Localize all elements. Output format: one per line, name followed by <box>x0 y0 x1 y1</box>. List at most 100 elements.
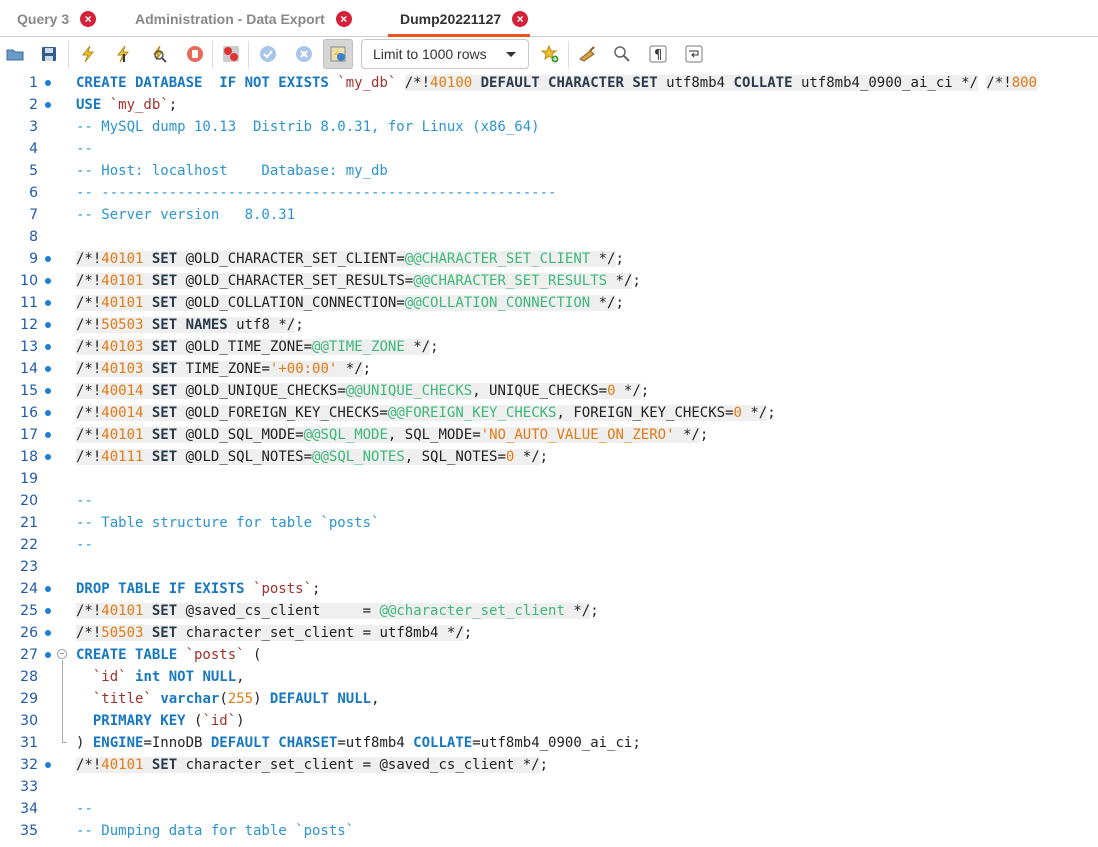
code-token: , <box>371 691 380 707</box>
code-token: utf8mb4_0900_ai_ci */ <box>800 75 978 91</box>
code-token: /*! <box>986 75 1012 91</box>
rollback-icon[interactable] <box>291 41 317 67</box>
code-line[interactable]: 28 `id` int NOT NULL, <box>0 666 1098 688</box>
code-token: SET <box>143 339 186 355</box>
code-token: @saved_cs_client = <box>185 603 380 619</box>
tab-dump20221127[interactable]: Dump20221127 × <box>400 0 529 37</box>
code-line[interactable]: 29 `title` varchar(255) DEFAULT NULL, <box>0 688 1098 710</box>
code-line[interactable]: 15 /*!40014 SET @OLD_UNIQUE_CHECKS=@@UNIQ… <box>0 380 1098 402</box>
code-token: DEFAULT CHARSET <box>210 735 338 751</box>
code-token: ; <box>615 295 624 311</box>
code-line[interactable]: 6 -- ------------------------------------… <box>0 182 1098 204</box>
add-snippet-icon[interactable] <box>537 41 563 67</box>
code-token: ( <box>185 713 203 729</box>
code-line[interactable]: 27 CREATE TABLE `posts` ( <box>0 644 1098 666</box>
code-token: COLLATE <box>413 735 473 751</box>
code-line[interactable]: 12 /*!50503 SET NAMES utf8 */; <box>0 314 1098 336</box>
line-number: 28 <box>20 669 38 685</box>
code-line[interactable]: 3 -- MySQL dump 10.13 Distrib 8.0.31, for… <box>0 116 1098 138</box>
code-text: `id` int NOT NULL, <box>76 666 245 688</box>
code-token: 0 <box>733 405 742 421</box>
code-text: -- <box>76 534 93 556</box>
code-line[interactable]: 7 -- Server version 8.0.31 <box>0 204 1098 226</box>
fold-guide-line <box>62 660 63 742</box>
close-icon[interactable]: × <box>80 10 97 27</box>
code-line[interactable]: 31) ENGINE=InnoDB DEFAULT CHARSET=utf8mb… <box>0 732 1098 754</box>
toggle-error-stop-icon[interactable] <box>218 41 244 67</box>
code-text: -- Dumping data for table `posts` <box>76 820 354 842</box>
code-line[interactable]: 11 /*!40101 SET @OLD_COLLATION_CONNECTION… <box>0 292 1098 314</box>
code-token: @@TIME_ZONE <box>312 339 405 355</box>
code-line[interactable]: 35 -- Dumping data for table `posts` <box>0 820 1098 842</box>
open-folder-icon[interactable] <box>2 41 28 67</box>
code-text: `title` varchar(255) DEFAULT NULL, <box>76 688 380 710</box>
code-line[interactable]: 18 /*!40111 SET @OLD_SQL_NOTES=@@SQL_NOTE… <box>0 446 1098 468</box>
code-token: SET <box>143 251 186 267</box>
commit-icon[interactable] <box>255 41 281 67</box>
fold-toggle-icon[interactable] <box>57 649 67 659</box>
execute-current-icon[interactable] <box>110 41 136 67</box>
toolbar-separator <box>212 41 213 69</box>
code-line[interactable]: 34 -- <box>0 798 1098 820</box>
explain-icon[interactable] <box>146 41 172 67</box>
code-line[interactable]: 9 /*!40101 SET @OLD_CHARACTER_SET_CLIENT=… <box>0 248 1098 270</box>
code-line[interactable]: 32 /*!40101 SET character_set_client = @s… <box>0 754 1098 776</box>
code-token: ) <box>253 691 270 707</box>
code-line[interactable]: 2 USE `my_db`; <box>0 94 1098 116</box>
code-line[interactable]: 24 DROP TABLE IF EXISTS `posts`; <box>0 578 1098 600</box>
code-token: @OLD_SQL_MODE= <box>185 427 304 443</box>
line-number: 24 <box>20 581 38 597</box>
code-token: '+00:00' <box>269 361 338 377</box>
sql-editor[interactable]: 1 CREATE DATABASE IF NOT EXISTS `my_db` /… <box>0 72 1098 847</box>
close-icon[interactable]: × <box>335 10 352 27</box>
code-line[interactable]: 16 /*!40014 SET @OLD_FOREIGN_KEY_CHECKS=@… <box>0 402 1098 424</box>
editor-toolbar: Limit to 1000 rows ¶ <box>0 37 1098 72</box>
tab-administration-data-export[interactable]: Administration - Data Export × <box>135 0 352 37</box>
code-line[interactable]: 17 /*!40101 SET @OLD_SQL_MODE=@@SQL_MODE,… <box>0 424 1098 446</box>
code-line[interactable]: 23 <box>0 556 1098 578</box>
fold-guide-end <box>62 742 67 743</box>
wrap-icon[interactable] <box>681 41 707 67</box>
tab-label: Administration - Data Export <box>135 10 325 27</box>
code-line[interactable]: 4 -- <box>0 138 1098 160</box>
code-token: ; <box>767 405 776 421</box>
code-line[interactable]: 21 -- Table structure for table `posts` <box>0 512 1098 534</box>
tab-label: Dump20221127 <box>400 10 502 27</box>
code-line[interactable]: 22 -- <box>0 534 1098 556</box>
code-line[interactable]: 14 /*!40103 SET TIME_ZONE='+00:00' */; <box>0 358 1098 380</box>
code-token: =InnoDB <box>143 735 211 751</box>
find-icon[interactable] <box>609 41 635 67</box>
code-line[interactable]: 20 -- <box>0 490 1098 512</box>
code-line[interactable]: 10 /*!40101 SET @OLD_CHARACTER_SET_RESULT… <box>0 270 1098 292</box>
invisible-chars-icon[interactable]: ¶ <box>645 41 671 67</box>
code-line[interactable]: 5 -- Host: localhost Database: my_db <box>0 160 1098 182</box>
limit-rows-select[interactable]: Limit to 1000 rows <box>361 39 529 69</box>
beautify-icon[interactable] <box>574 41 600 67</box>
code-line[interactable]: 30 PRIMARY KEY (`id`) <box>0 710 1098 732</box>
autocommit-icon[interactable] <box>323 39 353 69</box>
code-line[interactable]: 33 <box>0 776 1098 798</box>
code-line[interactable]: 1 CREATE DATABASE IF NOT EXISTS `my_db` /… <box>0 72 1098 94</box>
code-text: USE `my_db`; <box>76 94 177 116</box>
code-token: @OLD_CHARACTER_SET_RESULTS= <box>185 273 414 289</box>
code-text: -- Host: localhost Database: my_db <box>76 160 388 182</box>
stop-icon[interactable] <box>182 41 208 67</box>
chevron-down-icon <box>506 52 516 57</box>
tab-query-3[interactable]: Query 3 × <box>17 0 97 37</box>
code-token: , SQL_NOTES= <box>404 449 506 465</box>
code-token: -- <box>76 537 93 553</box>
line-number: 32 <box>20 757 38 773</box>
save-icon[interactable] <box>36 41 62 67</box>
code-token: @@SQL_MODE <box>303 427 388 443</box>
code-line[interactable]: 26 /*!50503 SET character_set_client = ut… <box>0 622 1098 644</box>
code-line[interactable]: 13 /*!40103 SET @OLD_TIME_ZONE=@@TIME_ZON… <box>0 336 1098 358</box>
code-line[interactable]: 19 <box>0 468 1098 490</box>
code-line[interactable]: 25 /*!40101 SET @saved_cs_client = @@char… <box>0 600 1098 622</box>
code-token: 40103 <box>101 339 144 355</box>
close-icon[interactable]: × <box>512 10 529 27</box>
execute-icon[interactable] <box>75 41 101 67</box>
toolbar-separator <box>68 41 69 69</box>
code-line[interactable]: 8 <box>0 226 1098 248</box>
